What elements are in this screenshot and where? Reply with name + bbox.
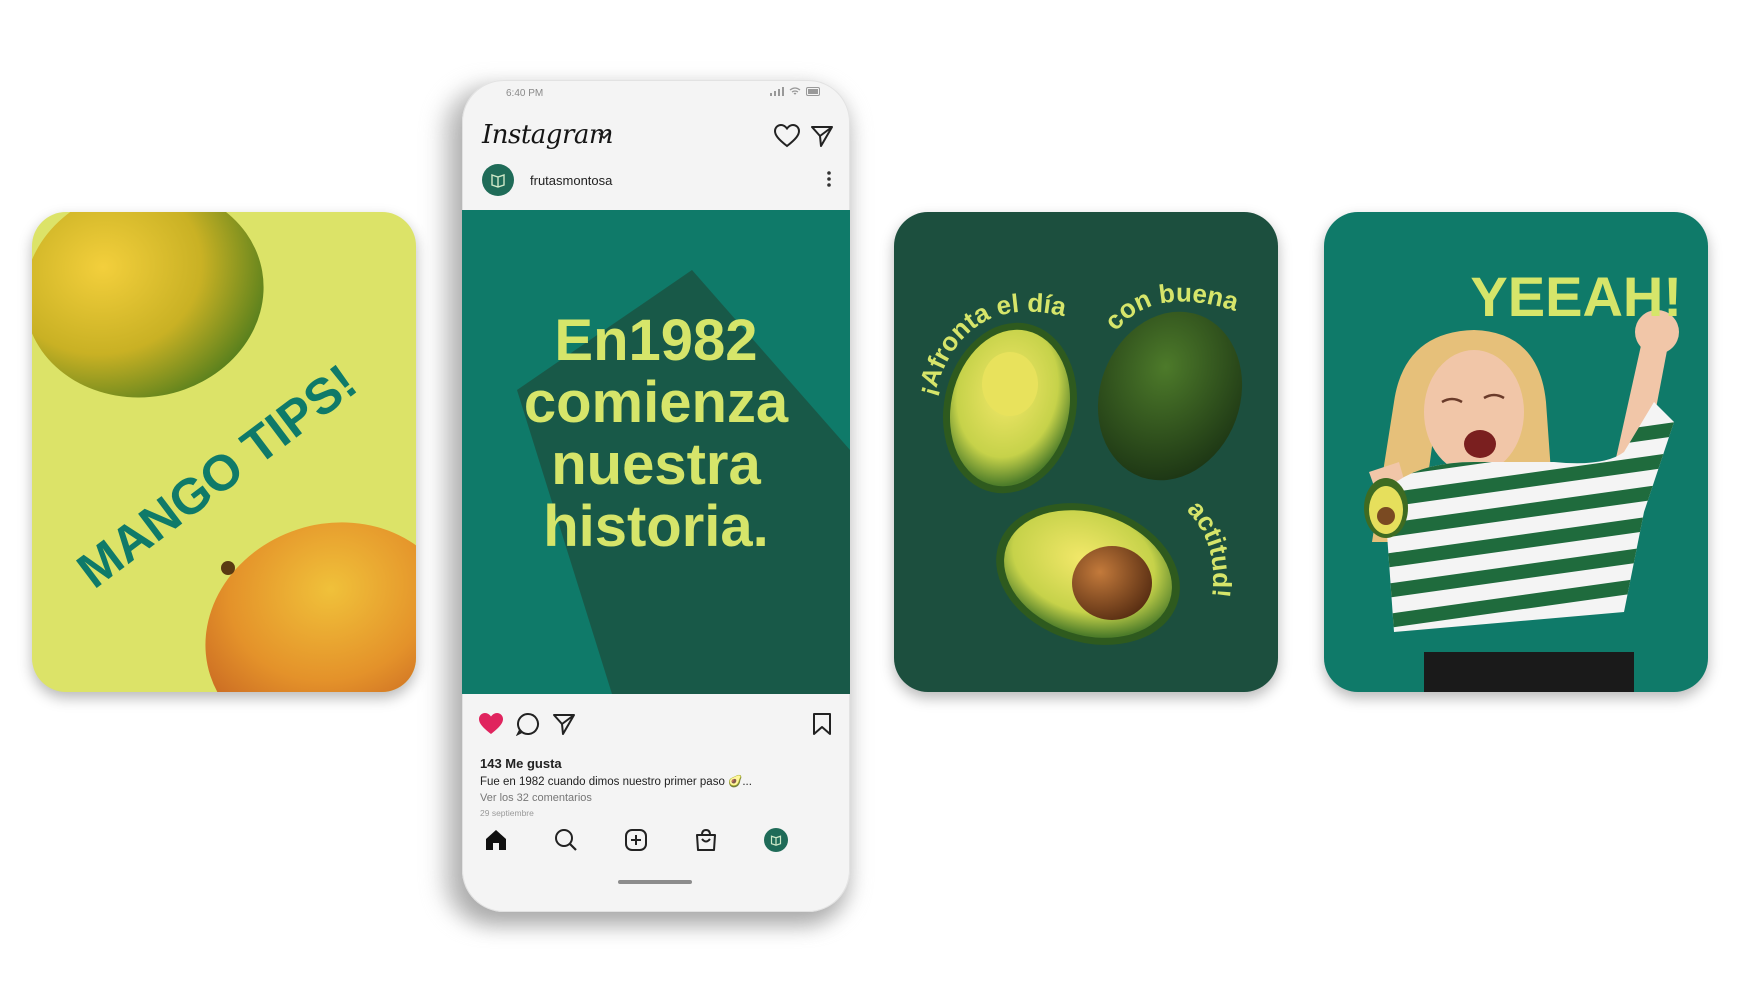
view-comments-link[interactable]: Ver los 32 comentarios <box>480 792 592 804</box>
wifi-icon <box>789 87 801 95</box>
instagram-header: Instagram <box>462 110 850 154</box>
add-icon[interactable] <box>624 828 648 852</box>
arc-text-bottom-path: actitud! <box>1182 494 1238 599</box>
headline-line: historia. <box>543 494 769 559</box>
send-icon[interactable] <box>810 124 834 148</box>
signal-icon <box>770 87 784 96</box>
shop-icon[interactable] <box>694 828 718 852</box>
arc-text-bottom: actitud! <box>1182 494 1238 599</box>
headline-line: comienza <box>523 370 789 435</box>
headline-line: nuestra <box>551 432 761 497</box>
likes-count[interactable]: 143 Me gusta <box>480 756 562 771</box>
like-icon[interactable] <box>478 712 504 736</box>
heart-icon[interactable] <box>774 124 800 148</box>
avocado-illustration: ¡Afronta el día con buena actitud! <box>911 277 1243 645</box>
profile-icon[interactable] <box>764 828 788 852</box>
post-headline: En1982 comienza nuestra historia. <box>462 310 850 558</box>
post-date: 29 septiembre <box>480 808 534 818</box>
instagram-logo: Instagram <box>482 120 614 150</box>
phone-mockup: 6:40 PM Instagram frutasmontosa En1982 c… <box>462 80 850 912</box>
search-icon[interactable] <box>554 828 578 852</box>
mango-tips-card[interactable]: MANGO TIPS! <box>32 212 416 692</box>
share-icon[interactable] <box>552 712 576 736</box>
woman-illustration: YEEAH! <box>1364 265 1682 692</box>
avocado-card[interactable]: ¡Afronta el día con buena actitud! <box>894 212 1278 692</box>
yeah-card[interactable]: YEEAH! <box>1324 212 1708 692</box>
yeah-title: YEEAH! <box>1470 265 1682 328</box>
post-header: frutasmontosa <box>462 162 850 198</box>
system-icons <box>770 87 822 96</box>
bookmark-icon[interactable] <box>812 712 832 736</box>
more-icon[interactable] <box>826 168 832 190</box>
headline-line: En1982 <box>554 308 758 373</box>
post-actions <box>462 708 850 738</box>
home-icon[interactable] <box>484 828 508 852</box>
comment-icon[interactable] <box>516 712 540 736</box>
battery-icon <box>806 87 820 96</box>
status-time: 6:40 PM <box>506 88 544 99</box>
home-indicator <box>618 880 692 884</box>
post-image[interactable]: En1982 comienza nuestra historia. <box>462 210 850 694</box>
avatar[interactable] <box>482 164 514 196</box>
chevron-down-icon[interactable] <box>598 132 610 140</box>
brand-logo-icon <box>491 174 505 188</box>
post-caption: Fue en 1982 cuando dimos nuestro primer … <box>480 776 752 788</box>
bottom-nav <box>462 828 850 868</box>
brand-logo-icon <box>770 835 782 846</box>
mango-illustration: MANGO TIPS! <box>32 212 416 692</box>
status-bar: 6:40 PM <box>462 80 850 104</box>
post-username[interactable]: frutasmontosa <box>530 173 612 188</box>
